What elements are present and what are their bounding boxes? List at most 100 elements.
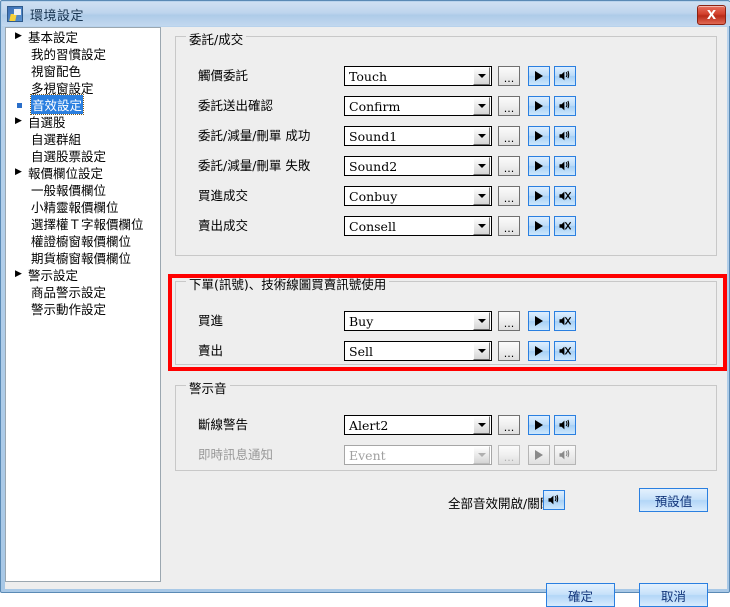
sound-select-value: Sound1 (349, 128, 398, 144)
sound-select-value: Confirm (349, 98, 401, 114)
sidebar-item-6[interactable]: 自選群組 (6, 130, 160, 147)
speaker-muted-icon[interactable] (554, 186, 576, 206)
sidebar-item-12[interactable]: 權證櫥窗報價欄位 (6, 232, 160, 249)
play-icon[interactable] (528, 341, 550, 361)
expand-arrow-icon[interactable]: ▶ (12, 117, 25, 126)
sound-select[interactable]: Alert2 (344, 415, 492, 435)
speaker-muted-icon[interactable] (554, 341, 576, 361)
sound-select-value: Alert2 (349, 417, 389, 433)
sound-select-value: Sound2 (349, 158, 398, 174)
browse-button[interactable]: ... (498, 311, 520, 331)
speaker-on-icon[interactable] (554, 156, 576, 176)
play-icon[interactable] (528, 311, 550, 331)
sidebar-item-0[interactable]: ▶ 基本設定 (6, 28, 160, 45)
chevron-down-icon[interactable] (473, 312, 490, 330)
browse-button[interactable]: ... (498, 415, 520, 435)
expand-arrow-icon[interactable]: ▶ (12, 168, 25, 177)
sidebar-item-13[interactable]: 期貨櫥窗報價欄位 (6, 249, 160, 266)
sidebar-item-10[interactable]: 小精靈報價欄位 (6, 198, 160, 215)
browse-button[interactable]: ... (498, 216, 520, 236)
speaker-on-icon[interactable] (554, 66, 576, 86)
window-title: 環境設定 (30, 8, 85, 24)
sidebar-item-16[interactable]: 警示動作設定 (6, 300, 160, 317)
group-box-2: 警示音 斷線警告 Alert2... 即時訊息通知 Event... (175, 378, 717, 471)
browse-button[interactable]: ... (498, 96, 520, 116)
row-label: 即時訊息通知 (198, 447, 274, 462)
sound-select-value: Touch (349, 68, 387, 84)
browse-button[interactable]: ... (498, 156, 520, 176)
sidebar-item-2[interactable]: 視窗配色 (6, 62, 160, 79)
close-icon[interactable]: X (697, 5, 726, 25)
speaker-on-icon (554, 445, 576, 465)
expand-arrow-icon[interactable]: ▶ (12, 270, 25, 279)
browse-button[interactable]: ... (498, 126, 520, 146)
row-label: 委託/減量/刪單 失敗 (198, 158, 311, 173)
sidebar-item-5[interactable]: ▶ 自選股 (6, 113, 160, 130)
chevron-down-icon (473, 446, 490, 464)
sound-select[interactable]: Confirm (344, 96, 492, 116)
play-icon[interactable] (528, 186, 550, 206)
sidebar-item-1[interactable]: 我的習慣設定 (6, 45, 160, 62)
sidebar-item-4[interactable]: 音效設定 (6, 94, 160, 115)
sound-select[interactable]: Sound2 (344, 156, 492, 176)
play-icon[interactable] (528, 415, 550, 435)
row-label: 委託送出確認 (198, 98, 274, 113)
speaker-on-icon[interactable] (554, 96, 576, 116)
chevron-down-icon[interactable] (473, 67, 490, 85)
settings-tree[interactable]: ▶ 基本設定 我的習慣設定 視窗配色 多視窗設定 音效設定 ▶ 自選股 自選群組 自選股票設定 ▶ 報… (5, 27, 161, 582)
sidebar-item-11[interactable]: 選擇權Ｔ字報價欄位 (6, 215, 160, 232)
chevron-down-icon[interactable] (473, 127, 490, 145)
client-area: ▶ 基本設定 我的習慣設定 視窗配色 多視窗設定 音效設定 ▶ 自選股 自選群組 自選股票設定 ▶ 報… (5, 27, 727, 607)
speaker-on-icon[interactable] (554, 415, 576, 435)
sound-select-value: Sell (349, 343, 373, 359)
sidebar-item-8[interactable]: ▶ 報價欄位設定 (6, 164, 160, 181)
play-icon[interactable] (528, 96, 550, 116)
play-icon[interactable] (528, 216, 550, 236)
speaker-on-icon[interactable] (554, 126, 576, 146)
speaker-muted-icon[interactable] (554, 311, 576, 331)
cancel-button[interactable]: 取消 (639, 583, 708, 607)
sidebar-item-label: 警示動作設定 (31, 302, 107, 317)
browse-button: ... (498, 445, 520, 465)
sound-select-value: Buy (349, 313, 374, 329)
sidebar-item-9[interactable]: 一般報價欄位 (6, 181, 160, 198)
chevron-down-icon[interactable] (473, 187, 490, 205)
sidebar-item-14[interactable]: ▶ 警示設定 (6, 266, 160, 283)
sound-select[interactable]: Sound1 (344, 126, 492, 146)
row-label: 觸價委託 (198, 68, 249, 83)
ok-button[interactable]: 確定 (546, 583, 615, 607)
row-label: 賣出 (198, 343, 224, 358)
play-icon[interactable] (528, 66, 550, 86)
play-icon[interactable] (528, 126, 550, 146)
sound-select: Event (344, 445, 492, 465)
browse-button[interactable]: ... (498, 341, 520, 361)
speaker-muted-icon[interactable] (554, 216, 576, 236)
speaker-on-icon[interactable] (543, 490, 565, 510)
row-label: 買進 (198, 313, 224, 328)
browse-button[interactable]: ... (498, 66, 520, 86)
sound-select[interactable]: Touch (344, 66, 492, 86)
row-label: 委託/減量/刪單 成功 (198, 128, 311, 143)
sound-select[interactable]: Sell (344, 341, 492, 361)
chevron-down-icon[interactable] (473, 342, 490, 360)
chevron-down-icon[interactable] (473, 217, 490, 235)
sound-select[interactable]: Consell (344, 216, 492, 236)
expand-arrow-icon[interactable]: ▶ (12, 32, 25, 41)
settings-window: 環境設定 X ▶ 基本設定 我的習慣設定 視窗配色 多視窗設定 音效設定 ▶ 自選股 自選群組自… (0, 0, 730, 607)
browse-button[interactable]: ... (498, 186, 520, 206)
row-label: 買進成交 (198, 188, 249, 203)
sidebar-item-3[interactable]: 多視窗設定 (6, 79, 160, 96)
play-icon[interactable] (528, 156, 550, 176)
sidebar-item-15[interactable]: 商品警示設定 (6, 283, 160, 300)
sidebar-item-7[interactable]: 自選股票設定 (6, 147, 160, 164)
chevron-down-icon[interactable] (473, 97, 490, 115)
sound-select[interactable]: Conbuy (344, 186, 492, 206)
chevron-down-icon[interactable] (473, 416, 490, 434)
sound-select[interactable]: Buy (344, 311, 492, 331)
default-values-button[interactable]: 預設值 (639, 488, 708, 512)
title-bar: 環境設定 X (2, 2, 730, 26)
row-label: 賣出成交 (198, 218, 249, 233)
chevron-down-icon[interactable] (473, 157, 490, 175)
group-box-0: 委託/成交 觸價委託 Touch... 委託送出確認 Confirm... 委託/減量/刪… (175, 29, 717, 256)
group-title: 下單(訊號)、技術線圖買賣訊號使用 (186, 274, 390, 293)
